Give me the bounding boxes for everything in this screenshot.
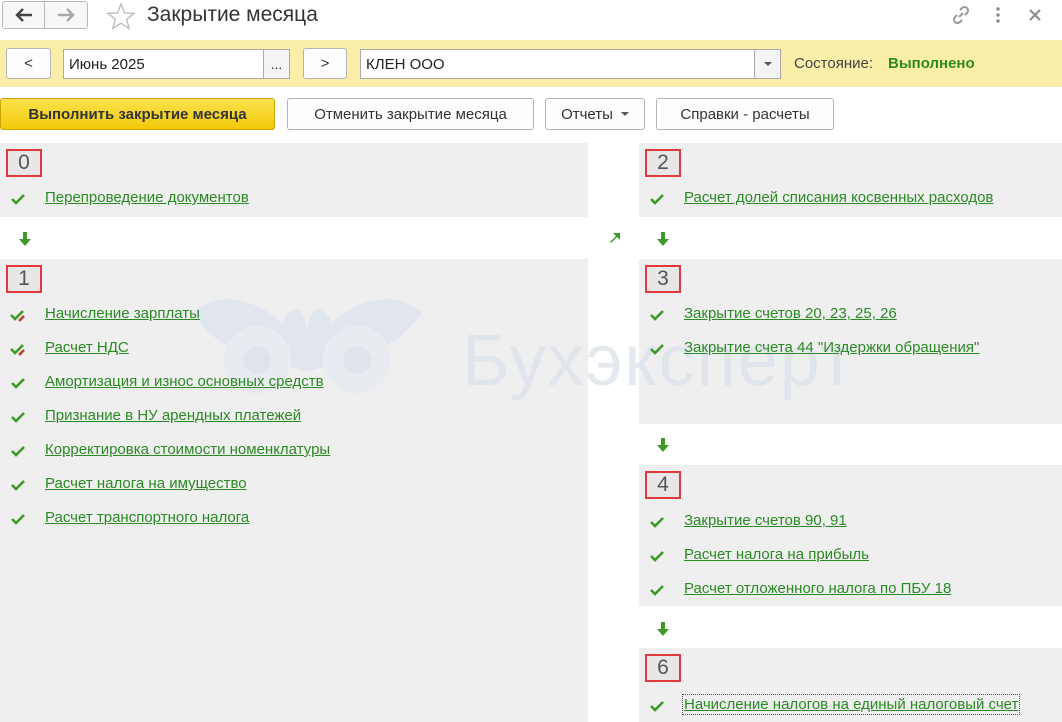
step-1-item-7-link[interactable]: Расчет транспортного налога bbox=[45, 509, 249, 526]
check-icon bbox=[11, 378, 25, 389]
check-icon bbox=[11, 194, 25, 205]
step-1-item-1-link[interactable]: Начисление зарплаты bbox=[45, 305, 200, 322]
step-6-item-1-link[interactable]: Начисление налогов на единый налоговый с… bbox=[681, 694, 1021, 715]
step-3-badge: 3 bbox=[645, 265, 681, 293]
check-icon bbox=[11, 480, 25, 491]
step-4-item-2-link[interactable]: Расчет налога на прибыль bbox=[684, 546, 869, 563]
step-2-item-1-link[interactable]: Расчет долей списания косвенных расходов bbox=[684, 189, 993, 206]
step-1-item-3-link[interactable]: Амортизация и износ основных средств bbox=[45, 373, 324, 390]
period-select-button[interactable]: ... bbox=[263, 49, 290, 79]
step-1-badge: 1 bbox=[6, 265, 42, 293]
close-button[interactable] bbox=[1028, 4, 1042, 31]
step-0-item-1-link[interactable]: Перепроведение документов bbox=[45, 189, 249, 206]
watermark-logo bbox=[172, 282, 442, 417]
references-calculations-button[interactable]: Справки - расчеты bbox=[656, 98, 834, 130]
cancel-month-close-button[interactable]: Отменить закрытие месяца bbox=[287, 98, 534, 130]
link-icon bbox=[952, 5, 970, 25]
check-icon bbox=[650, 344, 664, 355]
previous-period-button[interactable]: < bbox=[6, 48, 51, 79]
step-6-badge: 6 bbox=[645, 654, 681, 682]
step-3-item-2-link[interactable]: Закрытие счета 44 "Издержки обращения" bbox=[684, 339, 979, 356]
state-label: Состояние: bbox=[794, 55, 874, 72]
reports-menu-label: Отчеты bbox=[561, 105, 613, 123]
step-4-item-3-link[interactable]: Расчет отложенного налога по ПБУ 18 bbox=[684, 580, 951, 597]
step-1-item-2-link[interactable]: Расчет НДС bbox=[45, 339, 129, 356]
step-2-badge: 2 bbox=[645, 149, 681, 177]
run-month-close-button[interactable]: Выполнить закрытие месяца bbox=[0, 98, 275, 130]
arrow-down-icon bbox=[657, 232, 669, 246]
check-icon bbox=[11, 412, 25, 423]
check-icon bbox=[650, 701, 664, 712]
arrow-right-icon bbox=[58, 8, 75, 22]
back-button[interactable] bbox=[2, 1, 45, 29]
close-icon bbox=[1029, 9, 1041, 21]
step-1-item-5-link[interactable]: Корректировка стоимости номенклатуры bbox=[45, 441, 330, 458]
arrow-down-icon bbox=[657, 622, 669, 636]
step-4-badge: 4 bbox=[645, 471, 681, 499]
check-icon bbox=[11, 514, 25, 525]
check-edited-icon bbox=[10, 310, 25, 322]
period-field[interactable]: Июнь 2025 bbox=[63, 49, 264, 79]
state-value: Выполнено bbox=[888, 55, 975, 72]
reports-menu-button[interactable]: Отчеты bbox=[545, 98, 645, 130]
check-icon bbox=[650, 310, 664, 321]
star-icon bbox=[106, 2, 136, 31]
organization-field[interactable]: КЛЕН ООО bbox=[360, 49, 755, 79]
link-button[interactable] bbox=[950, 4, 972, 31]
arrow-up-right-icon bbox=[610, 233, 620, 243]
arrow-down-icon bbox=[657, 438, 669, 452]
arrow-down-icon bbox=[19, 232, 31, 246]
more-vertical-icon bbox=[996, 7, 1000, 23]
window-title: Закрытие месяца bbox=[147, 3, 318, 26]
check-edited-icon bbox=[10, 344, 25, 356]
chevron-down-icon bbox=[763, 62, 772, 66]
watermark-text: Бухэксперт bbox=[462, 321, 856, 401]
check-icon bbox=[650, 585, 664, 596]
step-4-item-1-link[interactable]: Закрытие счетов 90, 91 bbox=[684, 512, 847, 529]
more-button[interactable] bbox=[994, 4, 1002, 31]
check-icon bbox=[650, 517, 664, 528]
check-icon bbox=[650, 194, 664, 205]
check-icon bbox=[11, 446, 25, 457]
check-icon bbox=[650, 551, 664, 562]
step-1-item-6-link[interactable]: Расчет налога на имущество bbox=[45, 475, 247, 492]
chevron-down-icon bbox=[620, 111, 629, 116]
favorite-star-button[interactable] bbox=[106, 2, 136, 35]
arrow-left-icon bbox=[14, 8, 32, 22]
step-0-badge: 0 bbox=[6, 149, 42, 177]
step-3-item-1-link[interactable]: Закрытие счетов 20, 23, 25, 26 bbox=[684, 305, 897, 322]
forward-button[interactable] bbox=[45, 1, 88, 29]
step-1-item-4-link[interactable]: Признание в НУ арендных платежей bbox=[45, 407, 301, 424]
next-period-button[interactable]: > bbox=[303, 48, 347, 79]
organization-dropdown-button[interactable] bbox=[754, 49, 781, 79]
